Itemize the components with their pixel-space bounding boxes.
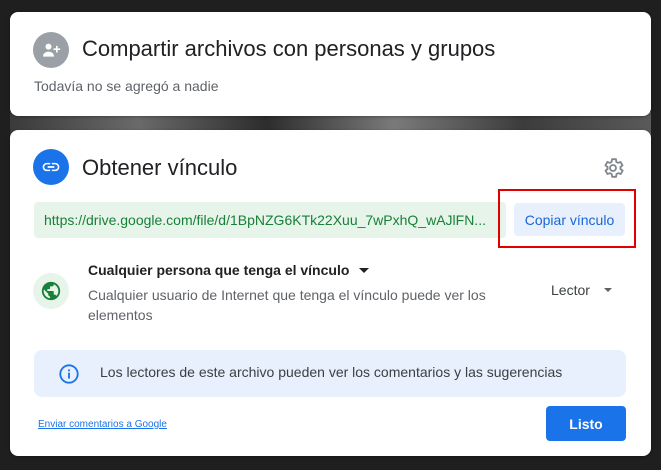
- share-subtitle: Todavía no se agregó a nadie: [34, 78, 219, 94]
- role-label: Lector: [551, 282, 590, 298]
- share-title: Compartir archivos con personas y grupos: [82, 36, 496, 61]
- share-with-people-card: Compartir archivos con personas y grupos…: [10, 12, 651, 116]
- copy-button-highlight: [498, 189, 636, 248]
- link-icon: [42, 162, 60, 172]
- link-avatar: [33, 149, 69, 185]
- info-icon: [59, 364, 79, 384]
- link-access-description: Cualquier usuario de Internet que tenga …: [88, 287, 486, 323]
- add-person-icon: [43, 43, 61, 57]
- info-banner: Los lectores de este archivo pueden ver …: [34, 350, 626, 397]
- info-text: Los lectores de este archivo pueden ver …: [100, 364, 563, 380]
- get-link-card: Obtener vínculo https://drive.google.com…: [10, 130, 651, 456]
- globe-icon: [41, 281, 61, 301]
- add-person-avatar: [33, 32, 69, 68]
- get-link-title: Obtener vínculo: [82, 155, 238, 180]
- send-feedback-link[interactable]: Enviar comentarios a Google: [38, 419, 167, 430]
- role-dropdown[interactable]: Lector: [551, 282, 612, 298]
- link-access-label: Cualquier persona que tenga el vínculo: [88, 262, 350, 278]
- share-link-url-field[interactable]: https://drive.google.com/file/d/1BpNZG6K…: [34, 202, 506, 238]
- gear-icon[interactable]: [601, 156, 625, 180]
- caret-down-icon: [603, 288, 612, 292]
- caret-down-icon: [359, 267, 370, 273]
- globe-avatar: [33, 273, 69, 309]
- done-button[interactable]: Listo: [546, 406, 626, 441]
- link-access-dropdown[interactable]: Cualquier persona que tenga el vínculo: [88, 262, 370, 278]
